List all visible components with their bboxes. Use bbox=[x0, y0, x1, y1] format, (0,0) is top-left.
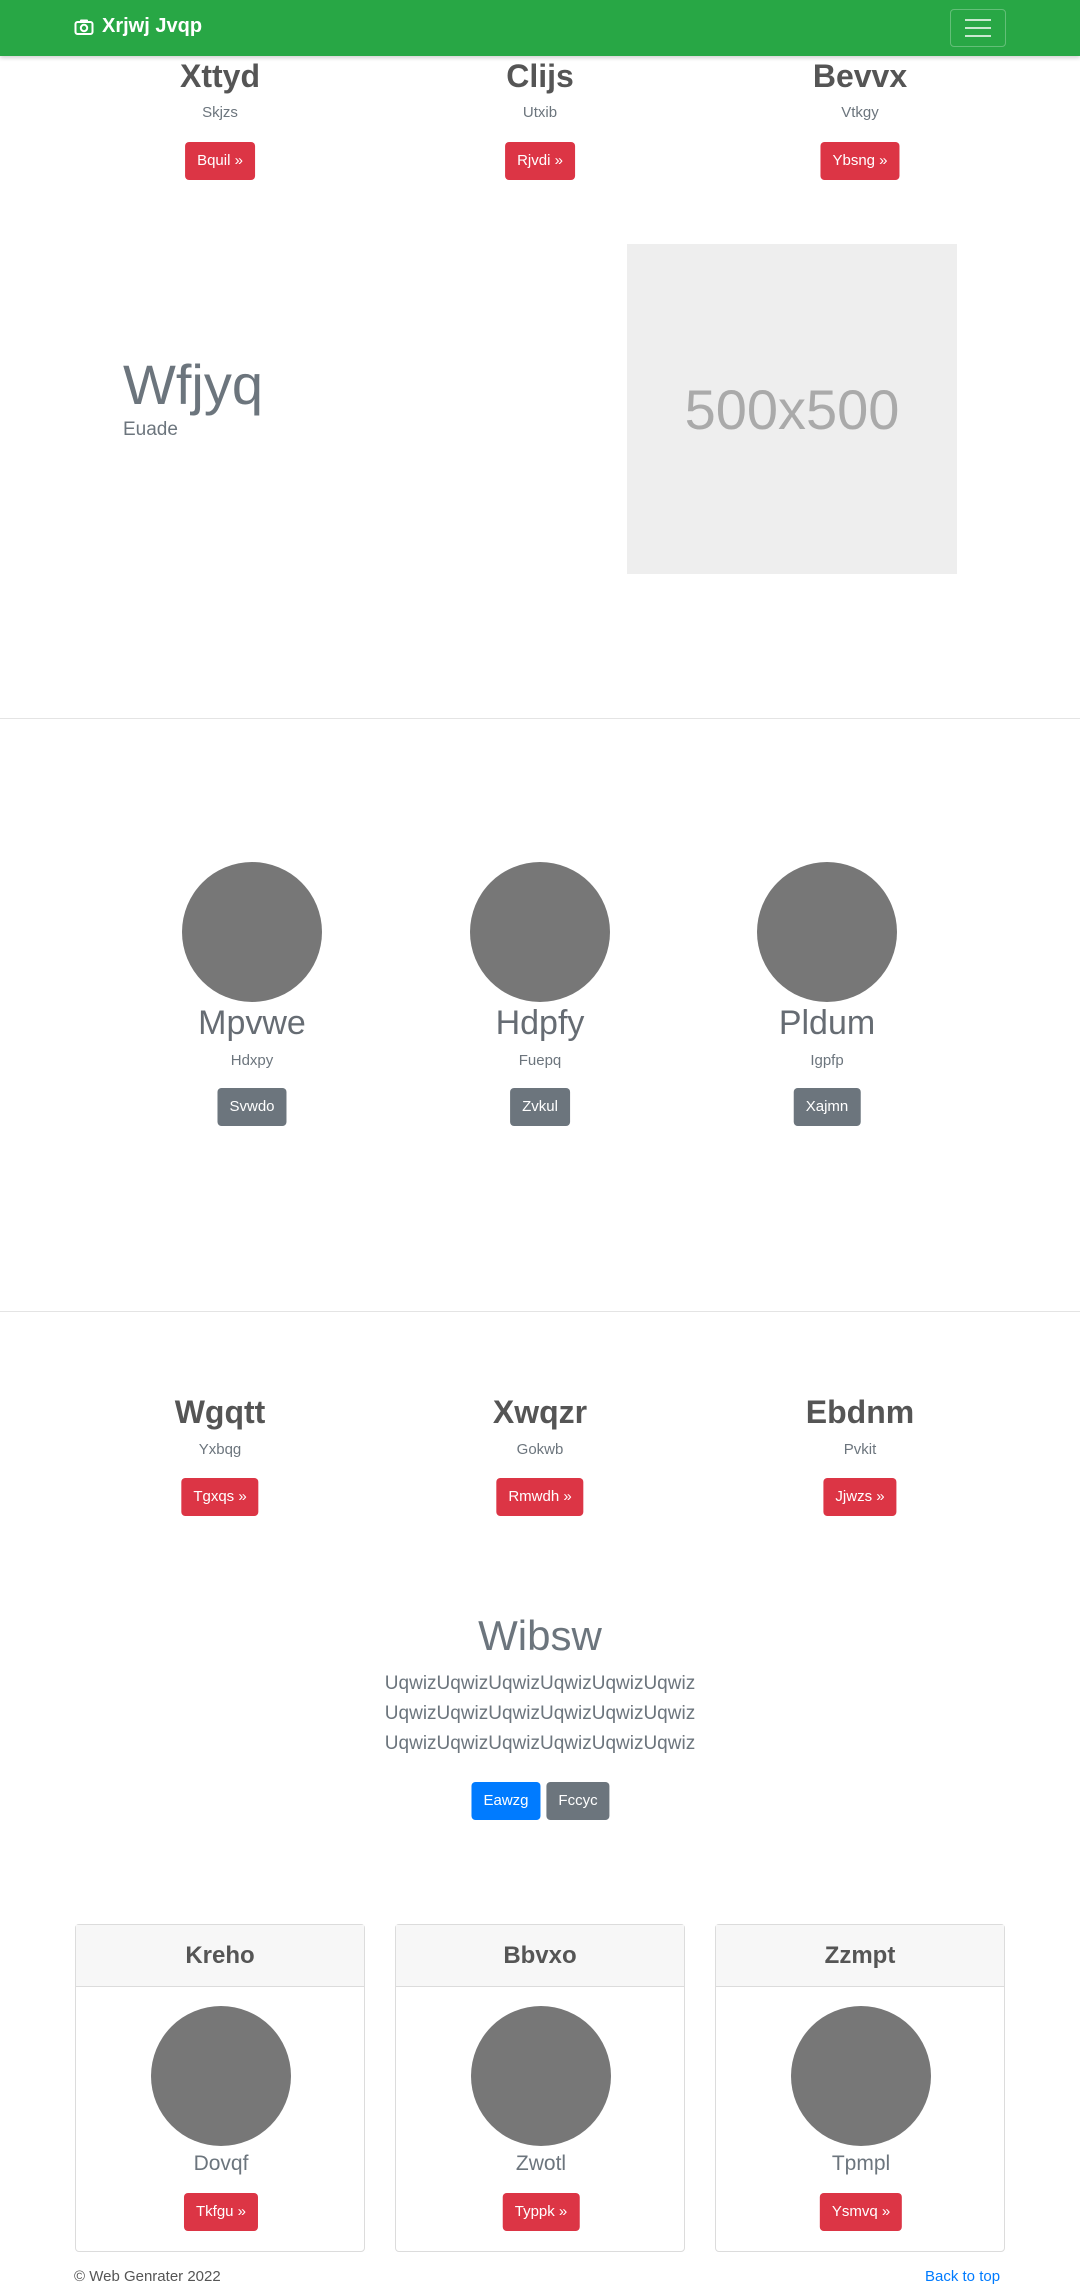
column-title: Pldum bbox=[778, 1004, 876, 1042]
column-text: Utxib bbox=[522, 104, 558, 121]
column-title: Clijs bbox=[506, 58, 574, 94]
card-header: Bbvxo bbox=[396, 1925, 684, 1987]
card: Zzmpt Tpmpl Ysmvq » bbox=[715, 1924, 1005, 2252]
card-caption: Tpmpl bbox=[831, 2152, 891, 2175]
menu-icon-bar bbox=[965, 27, 991, 29]
column-title: Xwqzr bbox=[492, 1394, 588, 1430]
column-text: Skjzs bbox=[202, 104, 238, 121]
avatar bbox=[182, 862, 322, 1002]
avatar bbox=[151, 2006, 291, 2146]
back-to-top-link[interactable]: Back to top bbox=[925, 2268, 1000, 2285]
column-button[interactable]: Rmwdh » bbox=[496, 1478, 584, 1516]
card-button[interactable]: Tkfgu » bbox=[183, 2193, 259, 2231]
jumbotron-secondary-button[interactable]: Fccyc bbox=[546, 1782, 610, 1820]
menu-toggle-button[interactable] bbox=[950, 9, 1006, 47]
column-title: Bevvx bbox=[812, 58, 908, 94]
column-title: Ebdnm bbox=[805, 1394, 915, 1430]
column-button[interactable]: Bquil » bbox=[185, 142, 255, 180]
avatar bbox=[757, 862, 897, 1002]
column-button[interactable]: Ybsng » bbox=[820, 142, 900, 180]
avatar bbox=[791, 2006, 931, 2146]
card-button[interactable]: Typpk » bbox=[502, 2193, 580, 2231]
column-text: Igpfp bbox=[810, 1052, 844, 1069]
card-caption: Zwotl bbox=[515, 2152, 567, 2175]
jumbotron-text-line: UqwizUqwizUqwizUqwizUqwizUqwiz bbox=[384, 1733, 696, 1754]
column-title: Mpvwe bbox=[198, 1004, 306, 1042]
placeholder-image-label: 500x500 bbox=[684, 377, 900, 441]
jumbotron-text-line: UqwizUqwizUqwizUqwizUqwizUqwiz bbox=[384, 1673, 696, 1694]
card-caption: Dovqf bbox=[193, 2152, 249, 2175]
column-button[interactable]: Zvkul bbox=[510, 1088, 570, 1126]
column-button[interactable]: Jjwzs » bbox=[823, 1478, 897, 1516]
column-title: Hdpfy bbox=[495, 1004, 585, 1042]
placeholder-image: 500x500 bbox=[627, 244, 957, 574]
camera-icon bbox=[74, 19, 94, 35]
column-title: Wgqtt bbox=[174, 1394, 266, 1430]
navbar-brand[interactable]: Xrjwj Jvqp bbox=[74, 15, 202, 38]
column-text: Gokwb bbox=[516, 1441, 564, 1458]
jumbotron-title: Wibsw bbox=[478, 1612, 602, 1659]
brand-name: Xrjwj Jvqp bbox=[102, 15, 203, 37]
card: Bbvxo Zwotl Typpk » bbox=[395, 1924, 685, 2252]
avatar bbox=[470, 862, 610, 1002]
column-button[interactable]: Tgxqs » bbox=[181, 1478, 259, 1516]
card-header: Kreho bbox=[76, 1925, 364, 1987]
feature-title: Wfjyq bbox=[123, 353, 263, 416]
divider bbox=[0, 718, 1080, 719]
jumbotron-primary-button[interactable]: Eawzg bbox=[471, 1782, 541, 1820]
navbar: Xrjwj Jvqp bbox=[0, 0, 1080, 56]
column-text: Hdxpy bbox=[230, 1052, 274, 1069]
jumbotron-text-line: UqwizUqwizUqwizUqwizUqwizUqwiz bbox=[384, 1703, 696, 1724]
card-header: Zzmpt bbox=[716, 1925, 1004, 1987]
column-button[interactable]: Xajmn bbox=[793, 1088, 861, 1126]
column-button[interactable]: Rjvdi » bbox=[505, 142, 575, 180]
column-button[interactable]: Svwdo bbox=[217, 1088, 287, 1126]
divider bbox=[0, 1311, 1080, 1312]
column-text: Fuepq bbox=[518, 1052, 562, 1069]
menu-icon-bar bbox=[965, 35, 991, 37]
column-text: Yxbqg bbox=[198, 1441, 242, 1458]
card: Kreho Dovqf Tkfgu » bbox=[75, 1924, 365, 2252]
column-title: Xttyd bbox=[180, 58, 260, 94]
avatar bbox=[471, 2006, 611, 2146]
footer-copyright: © Web Genrater 2022 bbox=[74, 2268, 221, 2285]
menu-icon-bar bbox=[965, 19, 991, 21]
card-button[interactable]: Ysmvq » bbox=[819, 2193, 903, 2231]
column-text: Pvkit bbox=[843, 1441, 877, 1458]
feature-subtitle: Euade bbox=[123, 419, 178, 440]
column-text: Vtkgy bbox=[841, 104, 879, 121]
